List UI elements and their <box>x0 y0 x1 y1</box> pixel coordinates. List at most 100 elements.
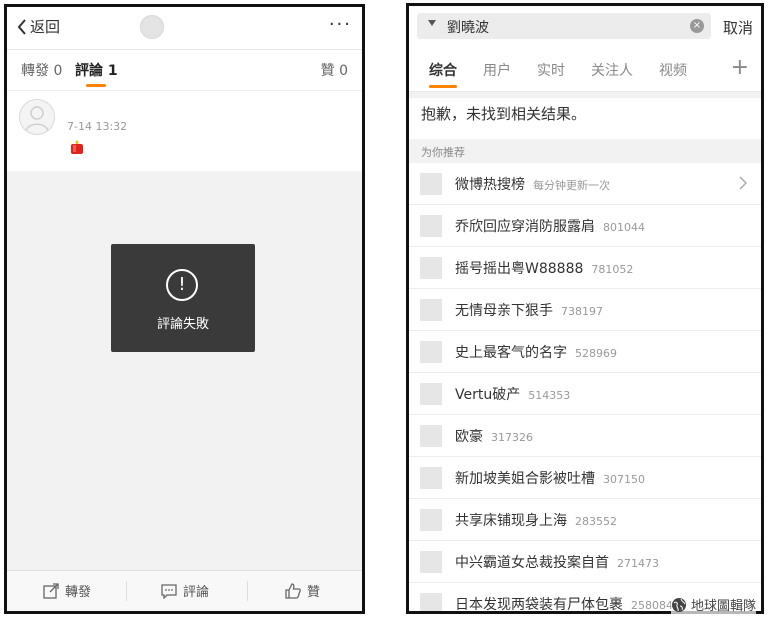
tab-following[interactable]: 关注人 <box>591 60 633 80</box>
item-thumbnail <box>420 299 442 321</box>
list-item[interactable]: 摇号摇出粤W88888 781052 <box>409 247 761 289</box>
default-avatar-icon <box>25 106 49 132</box>
globe-icon <box>671 597 686 612</box>
left-screen: 返回 ··· 轉發 0 評論 1 贊 0 7-14 13:32 ! 評論失敗 轉… <box>4 4 365 614</box>
item-title: 乔欣回应穿消防服露肩 <box>455 219 595 235</box>
item-count: 271473 <box>617 557 659 570</box>
item-count: 514353 <box>528 389 571 402</box>
item-thumbnail <box>420 551 442 573</box>
list-item[interactable]: 欧豪 317326 <box>409 415 761 457</box>
list-item[interactable]: 乔欣回应穿消防服露肩 801044 <box>409 205 761 247</box>
like-button[interactable]: 贊 <box>285 581 320 600</box>
error-toast: ! 評論失敗 <box>111 244 255 352</box>
search-tabs: 综合 用户 实时 关注人 视频 + <box>409 47 761 92</box>
item-subtitle: 每分钟更新一次 <box>533 179 610 192</box>
list-item[interactable]: 共享床铺现身上海 283552 <box>409 499 761 541</box>
item-title: Vertu破产 <box>455 387 521 403</box>
item-count: 258084 <box>631 599 673 612</box>
comment-button[interactable]: 評論 <box>161 581 209 600</box>
more-button[interactable]: ··· <box>329 14 352 35</box>
item-thumbnail <box>420 257 442 279</box>
item-thumbnail <box>420 509 442 531</box>
item-title: 微博热搜榜 <box>455 177 525 193</box>
clear-icon[interactable]: × <box>690 19 704 33</box>
tab-bar: 轉發 0 評論 1 贊 0 <box>7 50 362 91</box>
exclamation-icon: ! <box>166 269 198 301</box>
recommend-header: 为你推荐 <box>409 139 761 163</box>
cancel-button[interactable]: 取消 <box>723 17 753 38</box>
toast-message: 評論失敗 <box>156 317 209 332</box>
no-results-message: 抱歉，未找到相关结果。 <box>421 105 587 123</box>
item-count: 781052 <box>591 263 634 276</box>
item-title: 史上最客气的名字 <box>455 345 567 361</box>
list-item[interactable]: 无情母亲下狠手 738197 <box>409 289 761 331</box>
list-item[interactable]: 微博热搜榜 每分钟更新一次 <box>409 163 761 205</box>
item-thumbnail <box>420 467 442 489</box>
item-count: 307150 <box>603 473 645 486</box>
right-screen: 劉曉波 × 取消 综合 用户 实时 关注人 视频 + 抱歉，未找到相关结果。 为… <box>406 3 764 614</box>
search-input[interactable]: 劉曉波 × <box>417 13 711 39</box>
item-count: 738197 <box>561 305 603 318</box>
divider <box>247 581 248 601</box>
commenter-avatar[interactable] <box>19 99 55 135</box>
tab-comment[interactable]: 評論 1 <box>75 60 118 80</box>
dropdown-arrow-icon[interactable] <box>428 20 436 26</box>
list-item[interactable]: 中兴霸道女总裁投案自首 271473 <box>409 541 761 583</box>
search-header: 劉曉波 × 取消 <box>409 6 761 46</box>
divider <box>126 581 127 601</box>
comment-icon <box>161 583 177 599</box>
repost-label: 轉發 <box>65 585 92 600</box>
tab-users[interactable]: 用户 <box>483 60 511 80</box>
user-name-redacted <box>166 15 230 35</box>
chevron-left-icon <box>17 18 26 35</box>
recommend-list: 微博热搜榜 每分钟更新一次 乔欣回应穿消防服露肩 801044 摇号摇出粤W8888… <box>409 163 761 613</box>
back-button[interactable]: 返回 <box>17 16 60 37</box>
list-item[interactable]: 新加坡美姐合影被吐槽 307150 <box>409 457 761 499</box>
tab-comprehensive[interactable]: 综合 <box>429 60 457 80</box>
like-label: 贊 <box>307 585 321 600</box>
item-title: 新加坡美姐合影被吐槽 <box>455 471 595 487</box>
tab-repost[interactable]: 轉發 0 <box>21 60 62 80</box>
repost-button[interactable]: 轉發 <box>43 581 91 600</box>
item-title: 欧豪 <box>455 429 483 445</box>
tab-like[interactable]: 贊 0 <box>321 60 348 80</box>
item-title: 中兴霸道女总裁投案自首 <box>455 555 609 571</box>
item-count: 283552 <box>575 515 617 528</box>
active-tab-indicator <box>429 85 457 88</box>
back-label: 返回 <box>30 18 61 36</box>
comment-item[interactable]: 7-14 13:32 <box>7 91 362 171</box>
item-count: 317326 <box>491 431 533 444</box>
watermark: 地球圖輯隊 <box>670 595 756 614</box>
item-title: 共享床铺现身上海 <box>455 513 567 529</box>
item-thumbnail <box>420 425 442 447</box>
comment-time: 7-14 13:32 <box>67 120 128 133</box>
share-icon <box>43 582 59 599</box>
item-thumbnail <box>420 593 442 611</box>
item-thumbnail <box>420 341 442 363</box>
recommend-label: 为你推荐 <box>421 146 465 159</box>
tab-realtime[interactable]: 实时 <box>537 60 565 80</box>
list-item[interactable]: Vertu破产 514353 <box>409 373 761 415</box>
item-thumbnail <box>420 215 442 237</box>
item-title: 摇号摇出粤W88888 <box>455 261 584 277</box>
item-count: 801044 <box>603 221 645 234</box>
section-gap <box>409 92 761 98</box>
item-thumbnail <box>420 173 442 195</box>
comment-label: 評論 <box>183 585 210 600</box>
bottom-action-bar: 轉發 評論 贊 <box>7 570 362 611</box>
nav-bar: 返回 ··· <box>7 7 362 50</box>
watermark-text: 地球圖輯隊 <box>690 599 756 614</box>
candle-emoji-icon <box>69 139 85 159</box>
item-thumbnail <box>420 383 442 405</box>
list-item[interactable]: 史上最客气的名字 528969 <box>409 331 761 373</box>
thumbs-up-icon <box>285 582 301 599</box>
item-title: 日本发现两袋装有尸体包裹 <box>455 597 623 613</box>
search-query: 劉曉波 <box>447 20 489 36</box>
user-avatar[interactable] <box>140 15 164 39</box>
tab-video[interactable]: 视频 <box>659 60 687 80</box>
item-title: 无情母亲下狠手 <box>455 303 553 319</box>
item-count: 528969 <box>575 347 617 360</box>
add-tab-icon[interactable]: + <box>731 55 749 80</box>
chevron-right-icon <box>739 176 747 190</box>
active-tab-indicator <box>86 84 106 87</box>
